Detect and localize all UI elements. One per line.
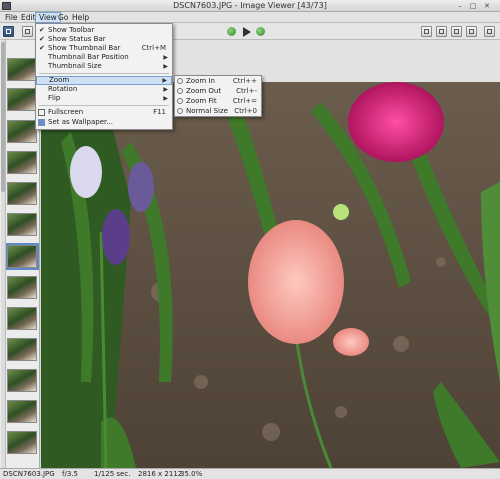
thumbnail[interactable] [7,307,37,330]
thumbnail[interactable] [7,213,37,236]
thumbnail[interactable] [7,369,37,392]
status-exposure: 1/125 sec. [94,470,131,478]
thumbnail-selected[interactable] [5,243,39,270]
menu-set-as-wallpaper[interactable]: Set as Wallpaper... [36,118,172,127]
normal-size-icon [177,108,183,114]
thumbnail[interactable] [7,151,37,174]
menu-show-status-bar[interactable]: ✔ Show Status Bar [36,35,172,44]
submenu-arrow-icon: ▶ [163,54,168,61]
menu-fullscreen[interactable]: Fullscreen F11 [36,108,172,117]
status-zoom: 35.0% [180,470,203,478]
check-icon: ✔ [39,26,45,34]
thumbnail-bar[interactable] [0,40,40,468]
menu-zoom-out[interactable]: Zoom Out Ctrl+- [175,86,261,96]
thumbnail[interactable] [7,182,37,205]
minimize-icon[interactable]: – [456,2,464,10]
submenu-arrow-icon: ▶ [162,77,167,84]
thumbnail[interactable] [7,338,37,361]
menu-zoom[interactable]: Zoom ▶ [36,76,172,85]
menu-zoom-fit[interactable]: Zoom Fit Ctrl+= [175,96,261,106]
submenu-arrow-icon: ▶ [163,63,168,70]
fullscreen-icon [38,109,45,116]
photo-image [41,82,500,468]
thumbnail[interactable] [7,400,37,423]
menu-show-toolbar[interactable]: ✔ Show Toolbar [36,26,172,35]
thumbnail[interactable] [7,88,37,111]
open-icon[interactable] [22,26,33,37]
thumbnail[interactable] [7,276,37,299]
menu-rotation[interactable]: Rotation ▶ [36,85,172,94]
next-icon[interactable] [256,27,265,36]
menu-zoom-in[interactable]: Zoom In Ctrl++ [175,76,261,86]
menu-flip[interactable]: Flip ▶ [36,94,172,103]
zoom-in-icon [177,78,183,84]
check-icon: ✔ [39,35,45,43]
submenu-arrow-icon: ▶ [163,95,168,102]
maximize-icon[interactable]: □ [469,2,477,10]
status-dimensions: 2816 x 2112 [138,470,183,478]
previous-icon[interactable] [227,27,236,36]
menu-separator [39,73,169,74]
thumbnail[interactable] [7,58,37,81]
menu-normal-size[interactable]: Normal Size Ctrl+0 [175,106,261,116]
check-icon: ✔ [39,44,45,52]
thumbnail[interactable] [7,120,37,143]
normal-size-icon[interactable] [466,26,477,37]
menu-separator [39,105,169,106]
menu-show-thumbnail-bar[interactable]: ✔ Show Thumbnail Bar Ctrl+M [36,44,172,53]
fullscreen-icon[interactable] [484,26,495,37]
menu-bar: File Edit View Go Help [0,12,500,23]
slideshow-icon[interactable] [243,27,251,37]
zoom-out-icon [177,88,183,94]
zoom-out-icon[interactable] [436,26,447,37]
wallpaper-icon [38,119,45,126]
zoom-fit-icon [177,98,183,104]
view-icon[interactable] [3,26,14,37]
thumbnail-scrollbar[interactable] [1,40,6,468]
menu-thumbnail-bar-position[interactable]: Thumbnail Bar Position ▶ [36,53,172,62]
view-menu: ✔ Show Toolbar ✔ Show Status Bar ✔ Show … [35,23,173,130]
status-filename: DSCN7603.JPG [3,470,55,478]
status-aperture: f/3.5 [62,470,78,478]
zoom-fit-icon[interactable] [451,26,462,37]
scrollbar-thumb[interactable] [1,42,5,192]
menu-help[interactable]: Help [69,12,92,23]
window-title: DSCN7603.JPG - Image Viewer [43/73] [173,1,327,10]
close-icon[interactable]: ✕ [483,2,491,10]
zoom-submenu: Zoom In Ctrl++ Zoom Out Ctrl+- Zoom Fit … [174,75,262,117]
zoom-in-icon[interactable] [421,26,432,37]
title-bar: DSCN7603.JPG - Image Viewer [43/73] – □ … [0,0,500,12]
submenu-arrow-icon: ▶ [163,86,168,93]
menu-thumbnail-size[interactable]: Thumbnail Size ▶ [36,62,172,71]
thumbnail[interactable] [7,431,37,454]
status-bar: DSCN7603.JPG f/3.5 1/125 sec. 2816 x 211… [0,468,500,479]
